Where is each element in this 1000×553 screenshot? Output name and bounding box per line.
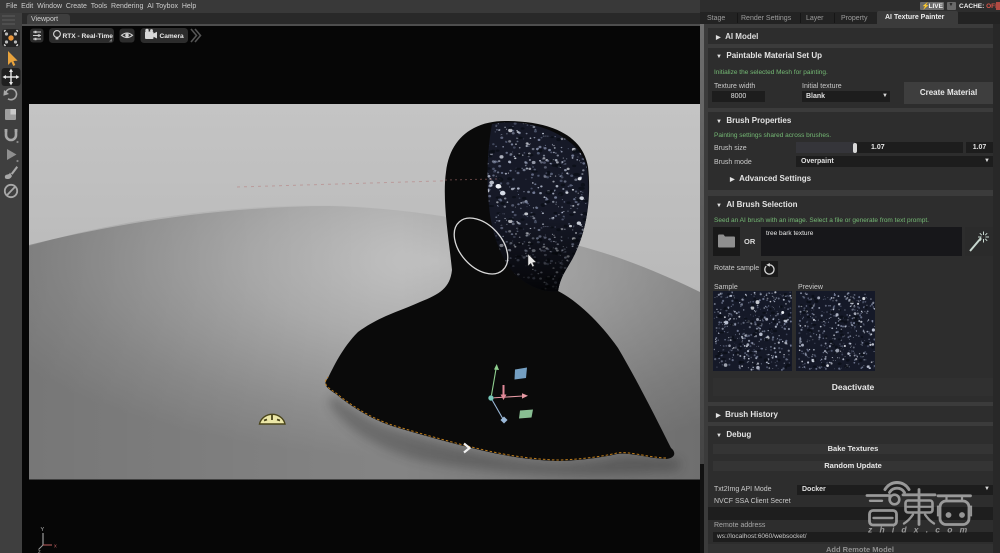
svg-text:zhidx.com: zhidx.com bbox=[867, 525, 974, 535]
